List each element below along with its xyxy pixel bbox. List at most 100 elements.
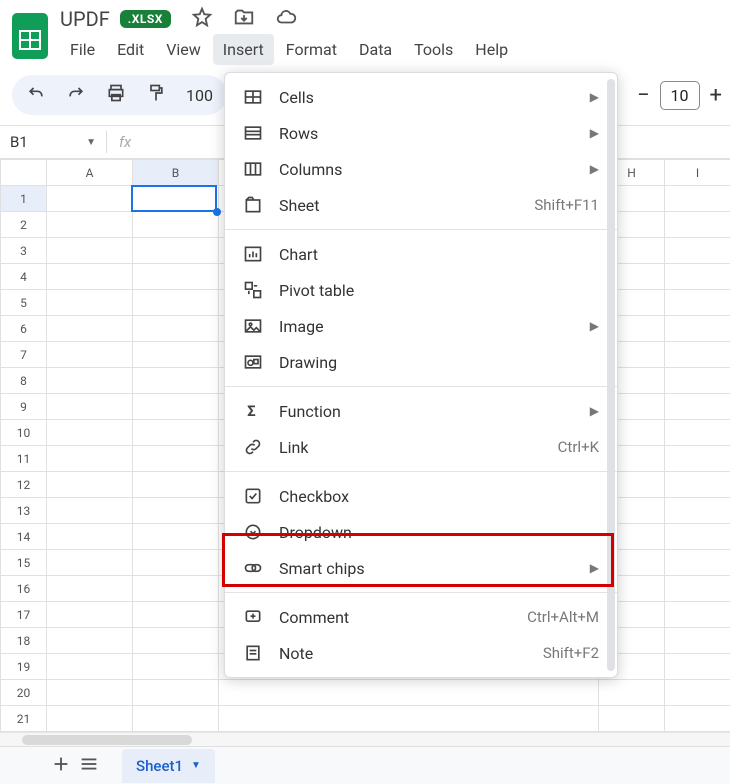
cell[interactable] <box>133 290 219 316</box>
cell[interactable] <box>133 264 219 290</box>
menu-scrollbar[interactable] <box>607 79 615 671</box>
cell[interactable] <box>133 706 219 732</box>
doc-title[interactable]: UPDF <box>60 7 110 31</box>
row-header[interactable]: 17 <box>1 602 47 628</box>
menu-item-image[interactable]: Image▶ <box>225 308 617 344</box>
row-header[interactable]: 20 <box>1 680 47 706</box>
row-header[interactable]: 15 <box>1 550 47 576</box>
cell[interactable] <box>133 446 219 472</box>
cell[interactable] <box>47 576 133 602</box>
cell[interactable] <box>133 394 219 420</box>
row-header[interactable]: 3 <box>1 238 47 264</box>
cell[interactable] <box>47 394 133 420</box>
cell[interactable] <box>47 498 133 524</box>
cell[interactable] <box>133 628 219 654</box>
cell[interactable] <box>133 524 219 550</box>
move-icon[interactable] <box>233 6 255 32</box>
row-header[interactable]: 18 <box>1 628 47 654</box>
cell[interactable] <box>133 576 219 602</box>
menu-item-function[interactable]: ΣFunction▶ <box>225 393 617 429</box>
cell[interactable] <box>665 654 730 680</box>
cell[interactable] <box>47 654 133 680</box>
undo-icon[interactable] <box>26 83 46 107</box>
cell[interactable] <box>133 654 219 680</box>
cell[interactable] <box>133 420 219 446</box>
menu-item-note[interactable]: NoteShift+F2 <box>225 635 617 671</box>
menu-item-drawing[interactable]: Drawing <box>225 344 617 380</box>
cell[interactable] <box>665 524 730 550</box>
menu-item-pivot-table[interactable]: Pivot table <box>225 272 617 308</box>
menu-data[interactable]: Data <box>349 34 402 65</box>
cell[interactable] <box>599 680 665 706</box>
menu-item-dropdown[interactable]: Dropdown <box>225 514 617 550</box>
cell[interactable] <box>47 316 133 342</box>
row-header[interactable]: 9 <box>1 394 47 420</box>
cell[interactable] <box>47 550 133 576</box>
fontsize-decrease[interactable]: − <box>637 83 650 108</box>
cell[interactable] <box>47 342 133 368</box>
all-sheets-icon[interactable] <box>78 753 100 779</box>
add-sheet-icon[interactable] <box>50 753 72 779</box>
cell[interactable] <box>47 238 133 264</box>
row-header[interactable]: 2 <box>1 212 47 238</box>
cell[interactable] <box>47 446 133 472</box>
menu-item-link[interactable]: LinkCtrl+K <box>225 429 617 465</box>
cell[interactable] <box>47 628 133 654</box>
row-header[interactable]: 6 <box>1 316 47 342</box>
col-header[interactable]: A <box>47 160 133 186</box>
redo-icon[interactable] <box>66 83 86 107</box>
cell[interactable] <box>47 524 133 550</box>
menu-item-checkbox[interactable]: Checkbox <box>225 478 617 514</box>
menu-tools[interactable]: Tools <box>404 34 463 65</box>
cell[interactable] <box>133 680 219 706</box>
menu-edit[interactable]: Edit <box>107 34 154 65</box>
cell[interactable] <box>665 472 730 498</box>
cell[interactable] <box>133 472 219 498</box>
cell[interactable] <box>665 420 730 446</box>
cell[interactable] <box>665 498 730 524</box>
cell[interactable] <box>47 186 133 212</box>
cell[interactable] <box>665 238 730 264</box>
menu-item-smart-chips[interactable]: Smart chips▶ <box>225 550 617 586</box>
star-icon[interactable] <box>191 6 213 32</box>
menu-file[interactable]: File <box>60 34 105 65</box>
col-header[interactable]: B <box>133 160 219 186</box>
menu-insert[interactable]: Insert <box>213 34 274 65</box>
fontsize-input[interactable]: 10 <box>660 81 700 110</box>
menu-item-sheet[interactable]: SheetShift+F11 <box>225 187 617 223</box>
cell[interactable] <box>665 368 730 394</box>
selection-handle[interactable] <box>213 208 221 216</box>
row-header[interactable]: 10 <box>1 420 47 446</box>
cell[interactable] <box>47 680 133 706</box>
cell[interactable] <box>665 602 730 628</box>
menu-view[interactable]: View <box>156 34 211 65</box>
row-header[interactable]: 8 <box>1 368 47 394</box>
name-box[interactable]: B1 ▼ <box>0 133 106 151</box>
cell[interactable] <box>665 576 730 602</box>
row-header[interactable]: 12 <box>1 472 47 498</box>
row-header[interactable]: 16 <box>1 576 47 602</box>
formula-fx-icon[interactable]: fx <box>107 133 143 151</box>
cell[interactable] <box>133 212 219 238</box>
cell[interactable] <box>665 212 730 238</box>
chevron-down-icon[interactable]: ▼ <box>191 760 201 771</box>
cell[interactable] <box>133 342 219 368</box>
zoom-value[interactable]: 100 <box>186 86 213 105</box>
cell[interactable] <box>219 680 599 706</box>
cell[interactable] <box>133 316 219 342</box>
sheet-tab[interactable]: Sheet1 ▼ <box>122 749 215 783</box>
cell[interactable] <box>47 706 133 732</box>
cell[interactable] <box>47 602 133 628</box>
cell[interactable] <box>133 498 219 524</box>
cell[interactable] <box>665 706 730 732</box>
cell[interactable] <box>47 420 133 446</box>
menu-item-rows[interactable]: Rows▶ <box>225 115 617 151</box>
cell[interactable] <box>665 316 730 342</box>
cell[interactable] <box>133 238 219 264</box>
cell[interactable] <box>133 550 219 576</box>
cell[interactable] <box>665 186 730 212</box>
row-header[interactable]: 14 <box>1 524 47 550</box>
fontsize-increase[interactable]: + <box>710 83 722 108</box>
menu-item-columns[interactable]: Columns▶ <box>225 151 617 187</box>
cell[interactable] <box>599 706 665 732</box>
